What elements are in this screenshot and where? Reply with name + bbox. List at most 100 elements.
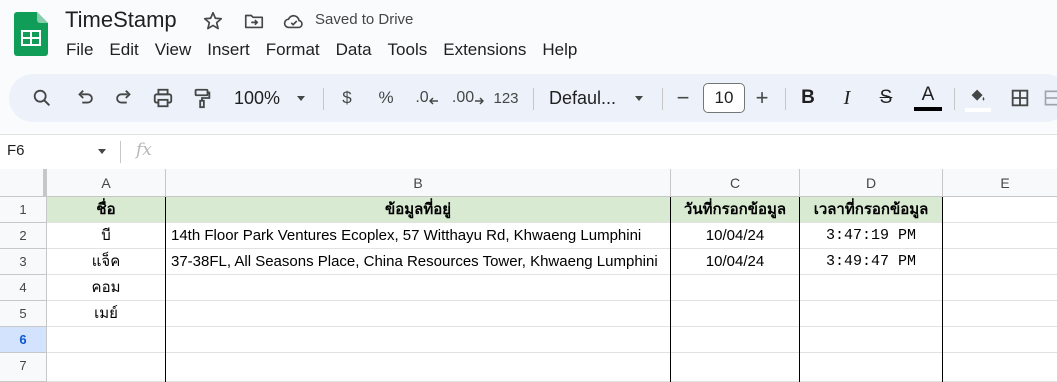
font-family-select[interactable]: Defaul... bbox=[549, 74, 619, 122]
menu-tools[interactable]: Tools bbox=[380, 38, 436, 62]
cell-name[interactable]: แจ็ค bbox=[47, 249, 166, 275]
name-box[interactable]: F6 bbox=[7, 142, 25, 159]
cell-name[interactable]: คอม bbox=[47, 275, 166, 301]
title-bar: TimeStamp Saved to Drive File Edit View … bbox=[0, 0, 1057, 72]
cell-e7[interactable] bbox=[943, 353, 1057, 382]
menu-help[interactable]: Help bbox=[534, 38, 585, 62]
undo-button[interactable] bbox=[72, 74, 98, 122]
column-header-d[interactable]: D bbox=[800, 169, 943, 197]
increase-font-size-button[interactable]: + bbox=[752, 74, 772, 122]
cell-date[interactable] bbox=[671, 275, 800, 301]
increase-decimal-button[interactable]: .00 bbox=[451, 74, 485, 122]
cell-time[interactable] bbox=[800, 275, 943, 301]
move-folder-icon[interactable] bbox=[243, 10, 265, 32]
font-size-input[interactable]: 10 bbox=[703, 83, 745, 113]
decrease-font-size-button[interactable]: − bbox=[673, 74, 693, 122]
formula-input[interactable] bbox=[170, 135, 1050, 169]
chevron-down-icon[interactable] bbox=[96, 145, 108, 157]
cell-address[interactable]: 14th Floor Park Ventures Ecoplex, 57 Wit… bbox=[166, 223, 671, 249]
cell-d6[interactable] bbox=[800, 327, 943, 353]
paint-format-button[interactable] bbox=[189, 74, 215, 122]
search-icon bbox=[33, 89, 51, 107]
percent-format-button[interactable]: % bbox=[375, 74, 397, 122]
cell-date[interactable]: 10/04/24 bbox=[671, 223, 800, 249]
italic-button[interactable]: I bbox=[837, 74, 857, 122]
borders-button[interactable] bbox=[1007, 74, 1033, 122]
cell-time[interactable] bbox=[800, 301, 943, 327]
border-line bbox=[942, 197, 943, 382]
bold-button[interactable]: B bbox=[798, 74, 818, 122]
row-header-3[interactable]: 3 bbox=[0, 249, 47, 275]
header-cell-name[interactable]: ชื่อ bbox=[47, 197, 166, 223]
zoom-dropdown-button[interactable] bbox=[291, 74, 311, 122]
cell-e1[interactable] bbox=[943, 197, 1057, 223]
search-menus-button[interactable] bbox=[29, 74, 55, 122]
star-icon[interactable] bbox=[202, 10, 224, 32]
row-header-7[interactable]: 7 bbox=[0, 353, 47, 382]
select-all-corner[interactable] bbox=[0, 169, 47, 197]
cell-address[interactable] bbox=[166, 275, 671, 301]
column-header-c[interactable]: C bbox=[671, 169, 800, 197]
menu-format[interactable]: Format bbox=[258, 38, 328, 62]
cell-address[interactable]: 37-38FL, All Seasons Place, China Resour… bbox=[166, 249, 671, 275]
cell-date[interactable] bbox=[671, 301, 800, 327]
more-formats-button[interactable]: 123 bbox=[491, 74, 521, 122]
strikethrough-button[interactable]: S bbox=[876, 74, 896, 122]
cell-e2[interactable] bbox=[943, 223, 1057, 249]
cell-time[interactable]: 3:47:19 PM bbox=[800, 223, 943, 249]
menu-extensions[interactable]: Extensions bbox=[435, 38, 534, 62]
text-color-swatch bbox=[914, 107, 942, 111]
cell-b7[interactable] bbox=[166, 353, 671, 382]
currency-format-button[interactable]: $ bbox=[337, 74, 357, 122]
row-header-1[interactable]: 1 bbox=[0, 197, 47, 223]
sheets-logo-icon[interactable] bbox=[14, 12, 48, 56]
redo-button[interactable] bbox=[111, 74, 137, 122]
font-family-dropdown-button[interactable] bbox=[630, 74, 648, 122]
print-button[interactable] bbox=[150, 74, 176, 122]
decrease-decimal-button[interactable]: .0 bbox=[412, 74, 442, 122]
fill-color-swatch bbox=[965, 107, 991, 112]
column-header-a[interactable]: A bbox=[47, 169, 166, 197]
saved-status: Saved to Drive bbox=[315, 11, 414, 28]
cell-e3[interactable] bbox=[943, 249, 1057, 275]
fx-icon: fx bbox=[136, 140, 152, 160]
merge-cells-button[interactable] bbox=[1043, 74, 1057, 122]
column-header-e[interactable]: E bbox=[943, 169, 1057, 197]
cell-date[interactable]: 10/04/24 bbox=[671, 249, 800, 275]
row-header-6[interactable]: 6 bbox=[0, 327, 47, 353]
border-line bbox=[799, 197, 800, 382]
menu-insert[interactable]: Insert bbox=[199, 38, 258, 62]
menu-edit[interactable]: Edit bbox=[101, 38, 146, 62]
header-cell-address[interactable]: ข้อมูลที่อยู่ bbox=[166, 197, 671, 223]
header-cell-date[interactable]: วันที่กรอกข้อมูล bbox=[671, 197, 800, 223]
cloud-saved-icon[interactable] bbox=[283, 10, 305, 32]
row-header-5[interactable]: 5 bbox=[0, 301, 47, 327]
header-cell-time[interactable]: เวลาที่กรอกข้อมูล bbox=[800, 197, 943, 223]
cell-b6[interactable] bbox=[166, 327, 671, 353]
cell-name[interactable]: เมย์ bbox=[47, 301, 166, 327]
cell-c7[interactable] bbox=[671, 353, 800, 382]
cell-address[interactable] bbox=[166, 301, 671, 327]
cell-e6[interactable] bbox=[943, 327, 1057, 353]
row-header-2[interactable]: 2 bbox=[0, 223, 47, 249]
cell-e4[interactable] bbox=[943, 275, 1057, 301]
menu-data[interactable]: Data bbox=[328, 38, 380, 62]
text-color-button[interactable]: A bbox=[913, 74, 943, 122]
row-header-4[interactable]: 4 bbox=[0, 275, 47, 301]
cell-c6[interactable] bbox=[671, 327, 800, 353]
cell-d7[interactable] bbox=[800, 353, 943, 382]
cell-a6[interactable] bbox=[47, 327, 166, 353]
merge-cells-icon bbox=[1044, 90, 1057, 106]
menu-file[interactable]: File bbox=[58, 38, 101, 62]
cell-e5[interactable] bbox=[943, 301, 1057, 327]
redo-icon bbox=[116, 90, 131, 104]
document-title[interactable]: TimeStamp bbox=[65, 7, 177, 33]
cell-name[interactable]: บี bbox=[47, 223, 166, 249]
zoom-select[interactable]: 100% bbox=[231, 74, 283, 122]
cell-a7[interactable] bbox=[47, 353, 166, 382]
column-header-b[interactable]: B bbox=[166, 169, 671, 197]
menu-view[interactable]: View bbox=[147, 38, 200, 62]
chevron-down-icon bbox=[635, 96, 643, 101]
cell-time[interactable]: 3:49:47 PM bbox=[800, 249, 943, 275]
fill-color-button[interactable] bbox=[965, 74, 991, 122]
